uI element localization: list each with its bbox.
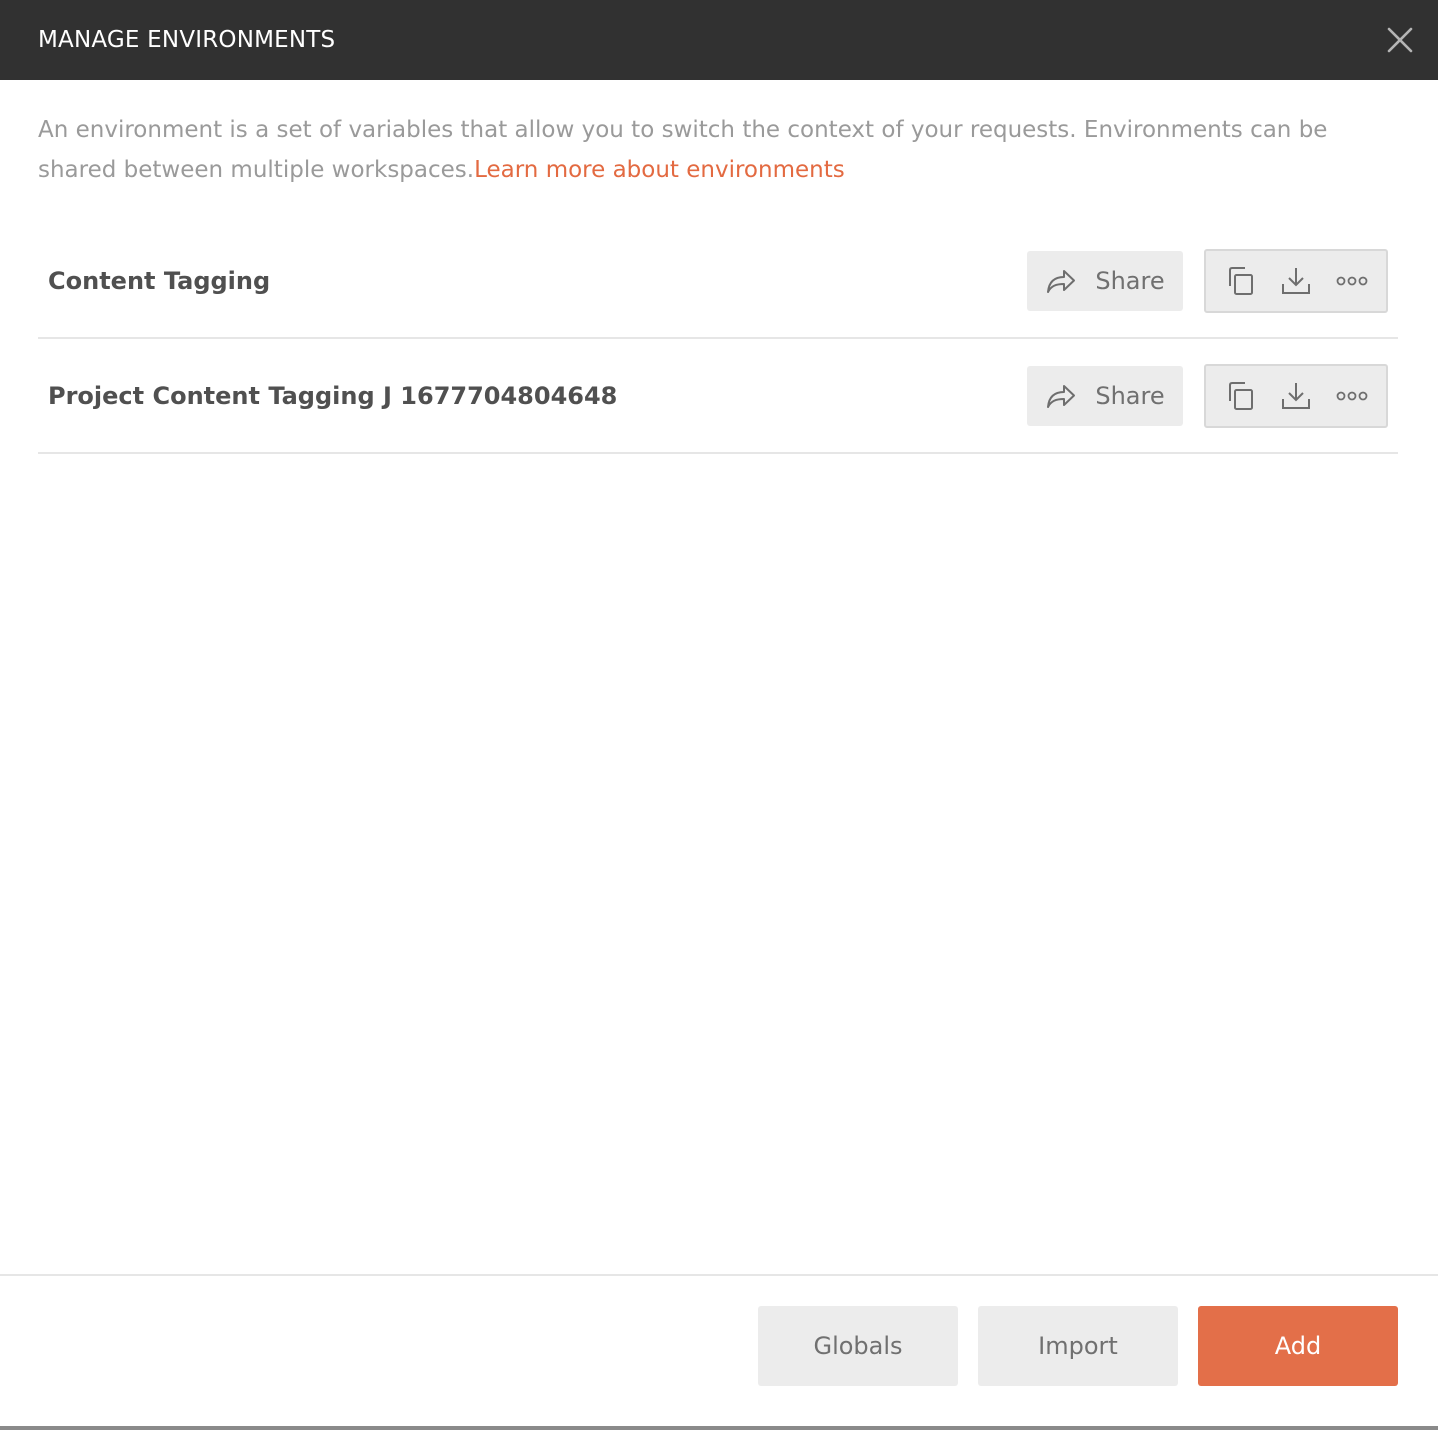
more-button[interactable]: [1330, 374, 1374, 418]
globals-button[interactable]: Globals: [758, 1306, 958, 1386]
download-icon: [1282, 267, 1310, 294]
share-icon: [1047, 384, 1076, 408]
environment-row[interactable]: Project Content Tagging J 1677704804648 …: [38, 339, 1398, 454]
more-icon: [1336, 391, 1368, 400]
share-button[interactable]: Share: [1027, 365, 1183, 426]
environments-description: An environment is a set of variables tha…: [38, 110, 1398, 190]
import-button[interactable]: Import: [978, 1306, 1178, 1386]
manage-environments-modal: MANAGE ENVIRONMENTS An environment is a …: [0, 0, 1438, 1430]
environment-list: Content Tagging Share Project Content Ta…: [38, 224, 1398, 454]
more-button[interactable]: [1330, 259, 1374, 303]
share-label: Share: [1095, 266, 1165, 295]
footer-divider: [0, 1274, 1438, 1276]
environment-name[interactable]: Content Tagging: [48, 267, 270, 295]
environment-row[interactable]: Content Tagging Share: [38, 224, 1398, 339]
download-icon: [1282, 382, 1310, 409]
environment-icon-group: [1204, 363, 1388, 428]
modal-footer: Globals Import Add: [758, 1306, 1398, 1386]
learn-more-link[interactable]: Learn more about environments: [474, 157, 845, 183]
share-button[interactable]: Share: [1027, 250, 1183, 311]
share-label: Share: [1095, 381, 1165, 410]
environment-actions: Share: [1027, 248, 1388, 313]
close-button[interactable]: [1380, 20, 1420, 60]
environment-name[interactable]: Project Content Tagging J 1677704804648: [48, 382, 617, 410]
environment-actions: Share: [1027, 363, 1388, 428]
environment-icon-group: [1204, 248, 1388, 313]
duplicate-icon: [1229, 266, 1253, 295]
add-button[interactable]: Add: [1198, 1306, 1398, 1386]
share-icon: [1047, 269, 1076, 293]
download-button[interactable]: [1274, 259, 1318, 303]
close-icon: [1387, 27, 1413, 53]
duplicate-button[interactable]: [1218, 259, 1262, 303]
download-button[interactable]: [1274, 374, 1318, 418]
modal-title: MANAGE ENVIRONMENTS: [38, 27, 336, 53]
more-icon: [1336, 276, 1368, 285]
duplicate-icon: [1229, 381, 1253, 410]
duplicate-button[interactable]: [1218, 374, 1262, 418]
modal-header: MANAGE ENVIRONMENTS: [0, 0, 1438, 80]
